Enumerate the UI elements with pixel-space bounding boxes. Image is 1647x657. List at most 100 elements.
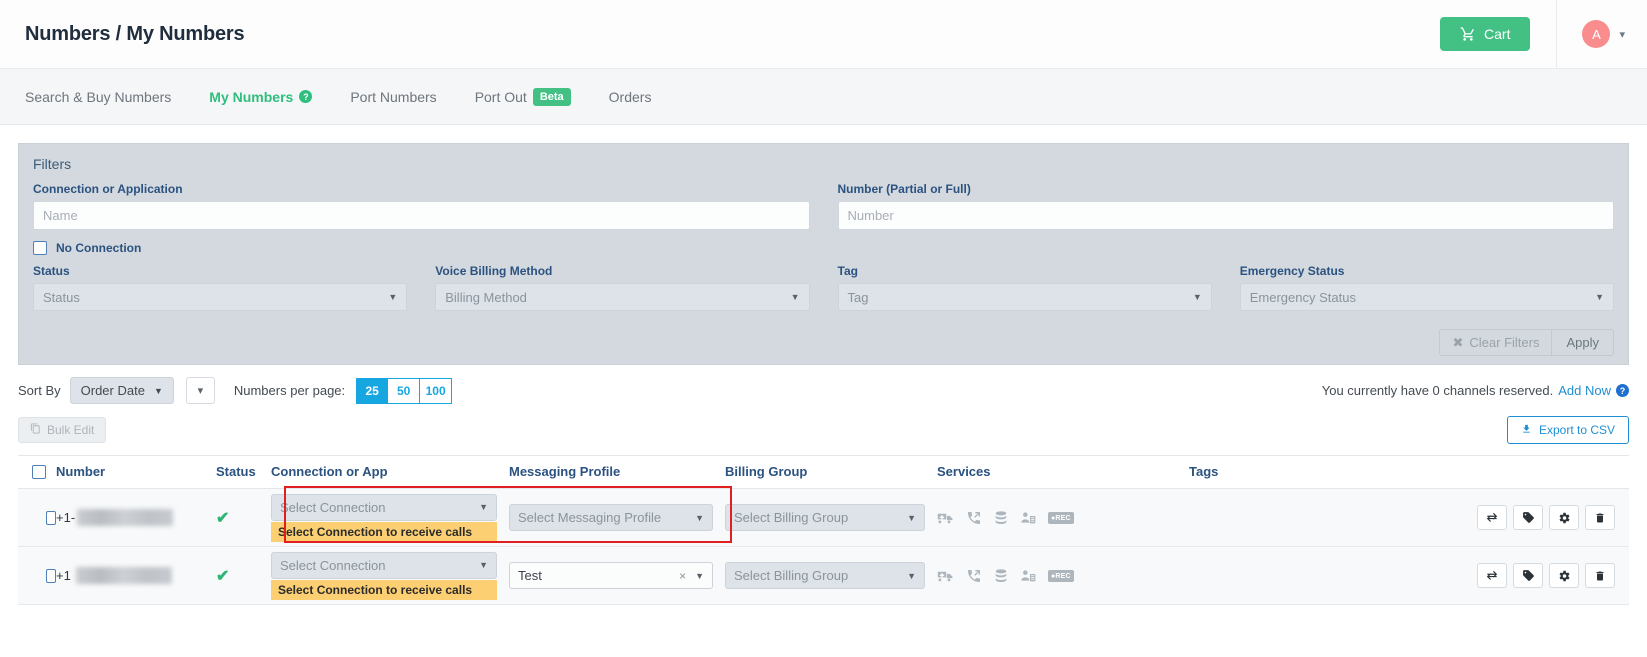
select-all-header <box>18 455 56 489</box>
select-all-checkbox[interactable] <box>32 464 46 479</box>
row-actions <box>1419 563 1629 588</box>
call-forward-icon[interactable] <box>966 568 982 584</box>
tab-orders[interactable]: Orders <box>609 89 652 105</box>
clear-filters-button[interactable]: ✖ Clear Filters <box>1439 329 1553 356</box>
no-connection-checkbox[interactable] <box>33 241 47 255</box>
connection-input[interactable] <box>33 201 810 230</box>
sort-direction-button[interactable]: ▾ <box>185 377 215 404</box>
header-tags[interactable]: Tags <box>1189 455 1419 489</box>
connection-select[interactable]: Select Connection ▼ <box>271 493 497 521</box>
clear-icon[interactable]: × <box>679 569 686 583</box>
rec-icon[interactable]: ●REC <box>1048 511 1074 524</box>
filter-connection-label: Connection or Application <box>33 182 183 196</box>
database-icon[interactable] <box>994 510 1008 526</box>
list-toolbar-secondary: Bulk Edit Export to CSV <box>18 404 1629 455</box>
row-billing-cell: Select Billing Group ▼ <box>725 488 937 547</box>
row-checkbox[interactable] <box>46 510 56 525</box>
help-icon[interactable]: ? <box>1616 384 1629 397</box>
messaging-profile-select[interactable]: Test × ▼ <box>509 562 713 589</box>
row-checkbox[interactable] <box>46 568 56 583</box>
list-toolbar: Sort By Order Date ▼ ▾ Numbers per page:… <box>18 365 1629 404</box>
row-status-cell: ✔ <box>216 546 271 605</box>
tab-my-numbers[interactable]: My Numbers ? <box>209 89 313 105</box>
row-actions <box>1419 505 1629 530</box>
connection-control: Select Connection ▼ Select Connection to… <box>271 551 509 600</box>
filter-number-group: Number (Partial or Full) <box>837 182 1614 230</box>
help-icon[interactable]: ? <box>299 90 313 103</box>
row-select-wrap <box>32 489 56 546</box>
filter-status-group: Status Status ▼ <box>33 264 408 311</box>
tag-select[interactable]: Tag ▼ <box>837 283 1212 311</box>
avatar: A <box>1582 20 1611 48</box>
header-services[interactable]: Services <box>937 455 1189 489</box>
add-now-link[interactable]: Add Now <box>1558 383 1611 398</box>
messaging-profile-value: Select Messaging Profile <box>518 510 662 525</box>
tag-icon[interactable] <box>1513 505 1543 530</box>
ambulance-icon[interactable] <box>937 569 954 583</box>
sort-by-select[interactable]: Order Date ▼ <box>69 377 174 404</box>
beta-badge: Beta <box>532 87 571 106</box>
billing-group-value: Select Billing Group <box>734 568 849 583</box>
billing-group-select[interactable]: Select Billing Group ▼ <box>725 504 925 531</box>
tab-search-buy-numbers[interactable]: Search & Buy Numbers <box>25 89 171 105</box>
gear-icon[interactable] <box>1549 563 1579 588</box>
table-row: +1 ✔ Select Connection ▼ Select Connecti… <box>18 546 1629 605</box>
rec-icon[interactable]: ●REC <box>1048 569 1074 582</box>
sort-by-label: Sort By <box>18 383 61 398</box>
chevron-down-icon: ▼ <box>153 385 163 396</box>
database-icon[interactable] <box>994 568 1008 584</box>
connection-select[interactable]: Select Connection ▼ <box>271 551 497 579</box>
per-page-25[interactable]: 25 <box>356 377 389 404</box>
chevron-down-icon: ▼ <box>479 502 488 512</box>
table-header-row: Number Status Connection or App Messagin… <box>18 455 1629 489</box>
billing-control: Select Billing Group ▼ <box>725 562 937 589</box>
row-services-cell: ●REC <box>937 488 1189 547</box>
status-select-value: Status <box>43 289 80 305</box>
messaging-profile-select[interactable]: Select Messaging Profile ▼ <box>509 504 713 531</box>
header-messaging-profile[interactable]: Messaging Profile <box>509 455 725 489</box>
billing-group-select[interactable]: Select Billing Group ▼ <box>725 562 925 589</box>
check-icon: ✔ <box>216 509 230 527</box>
row-select-wrap <box>32 547 56 604</box>
no-connection-checkbox-row[interactable]: No Connection <box>33 241 1614 255</box>
filter-tag-label: Tag <box>837 264 858 278</box>
header-status[interactable]: Status <box>216 455 271 489</box>
user-menu[interactable]: A ▾ <box>1556 0 1647 69</box>
voice-billing-select[interactable]: Billing Method ▼ <box>435 283 810 311</box>
status-select[interactable]: Status ▼ <box>33 283 408 311</box>
per-page-50[interactable]: 50 <box>388 377 421 404</box>
billing-group-value: Select Billing Group <box>734 510 849 525</box>
trash-icon[interactable] <box>1585 505 1615 530</box>
chevron-down-icon: ▼ <box>1595 292 1604 302</box>
row-number-cell: +1- <box>56 488 216 547</box>
tab-label: Search & Buy Numbers <box>25 88 172 105</box>
bulk-edit-button[interactable]: Bulk Edit <box>18 417 107 443</box>
tab-port-out[interactable]: Port Out Beta <box>475 87 571 106</box>
trash-icon[interactable] <box>1585 563 1615 588</box>
caller-id-icon[interactable] <box>1020 510 1036 526</box>
row-messaging-cell: Test × ▼ <box>509 546 725 605</box>
filters-title: Filters <box>33 156 72 172</box>
check-icon: ✔ <box>216 567 230 585</box>
caller-id-icon[interactable] <box>1020 568 1036 584</box>
call-forward-icon[interactable] <box>966 510 982 526</box>
filter-status-label: Status <box>33 264 70 278</box>
transfer-icon[interactable] <box>1477 563 1507 588</box>
emergency-status-select[interactable]: Emergency Status ▼ <box>1239 283 1614 311</box>
gear-icon[interactable] <box>1549 505 1579 530</box>
header-number[interactable]: Number <box>56 455 216 489</box>
tag-icon[interactable] <box>1513 563 1543 588</box>
per-page-100[interactable]: 100 <box>420 377 453 404</box>
ambulance-icon[interactable] <box>937 511 954 525</box>
header-connection-or-app[interactable]: Connection or App <box>271 455 509 489</box>
row-status-cell: ✔ <box>216 488 271 547</box>
service-icons: ●REC <box>937 510 1189 526</box>
page-content: Filters Connection or Application Number… <box>0 125 1647 605</box>
header-billing-group[interactable]: Billing Group <box>725 455 937 489</box>
cart-button[interactable]: Cart <box>1440 17 1531 51</box>
tab-port-numbers[interactable]: Port Numbers <box>350 89 436 105</box>
transfer-icon[interactable] <box>1477 505 1507 530</box>
number-input[interactable] <box>837 201 1614 230</box>
export-csv-button[interactable]: Export to CSV <box>1506 416 1629 444</box>
apply-filters-button[interactable]: Apply <box>1552 329 1614 356</box>
